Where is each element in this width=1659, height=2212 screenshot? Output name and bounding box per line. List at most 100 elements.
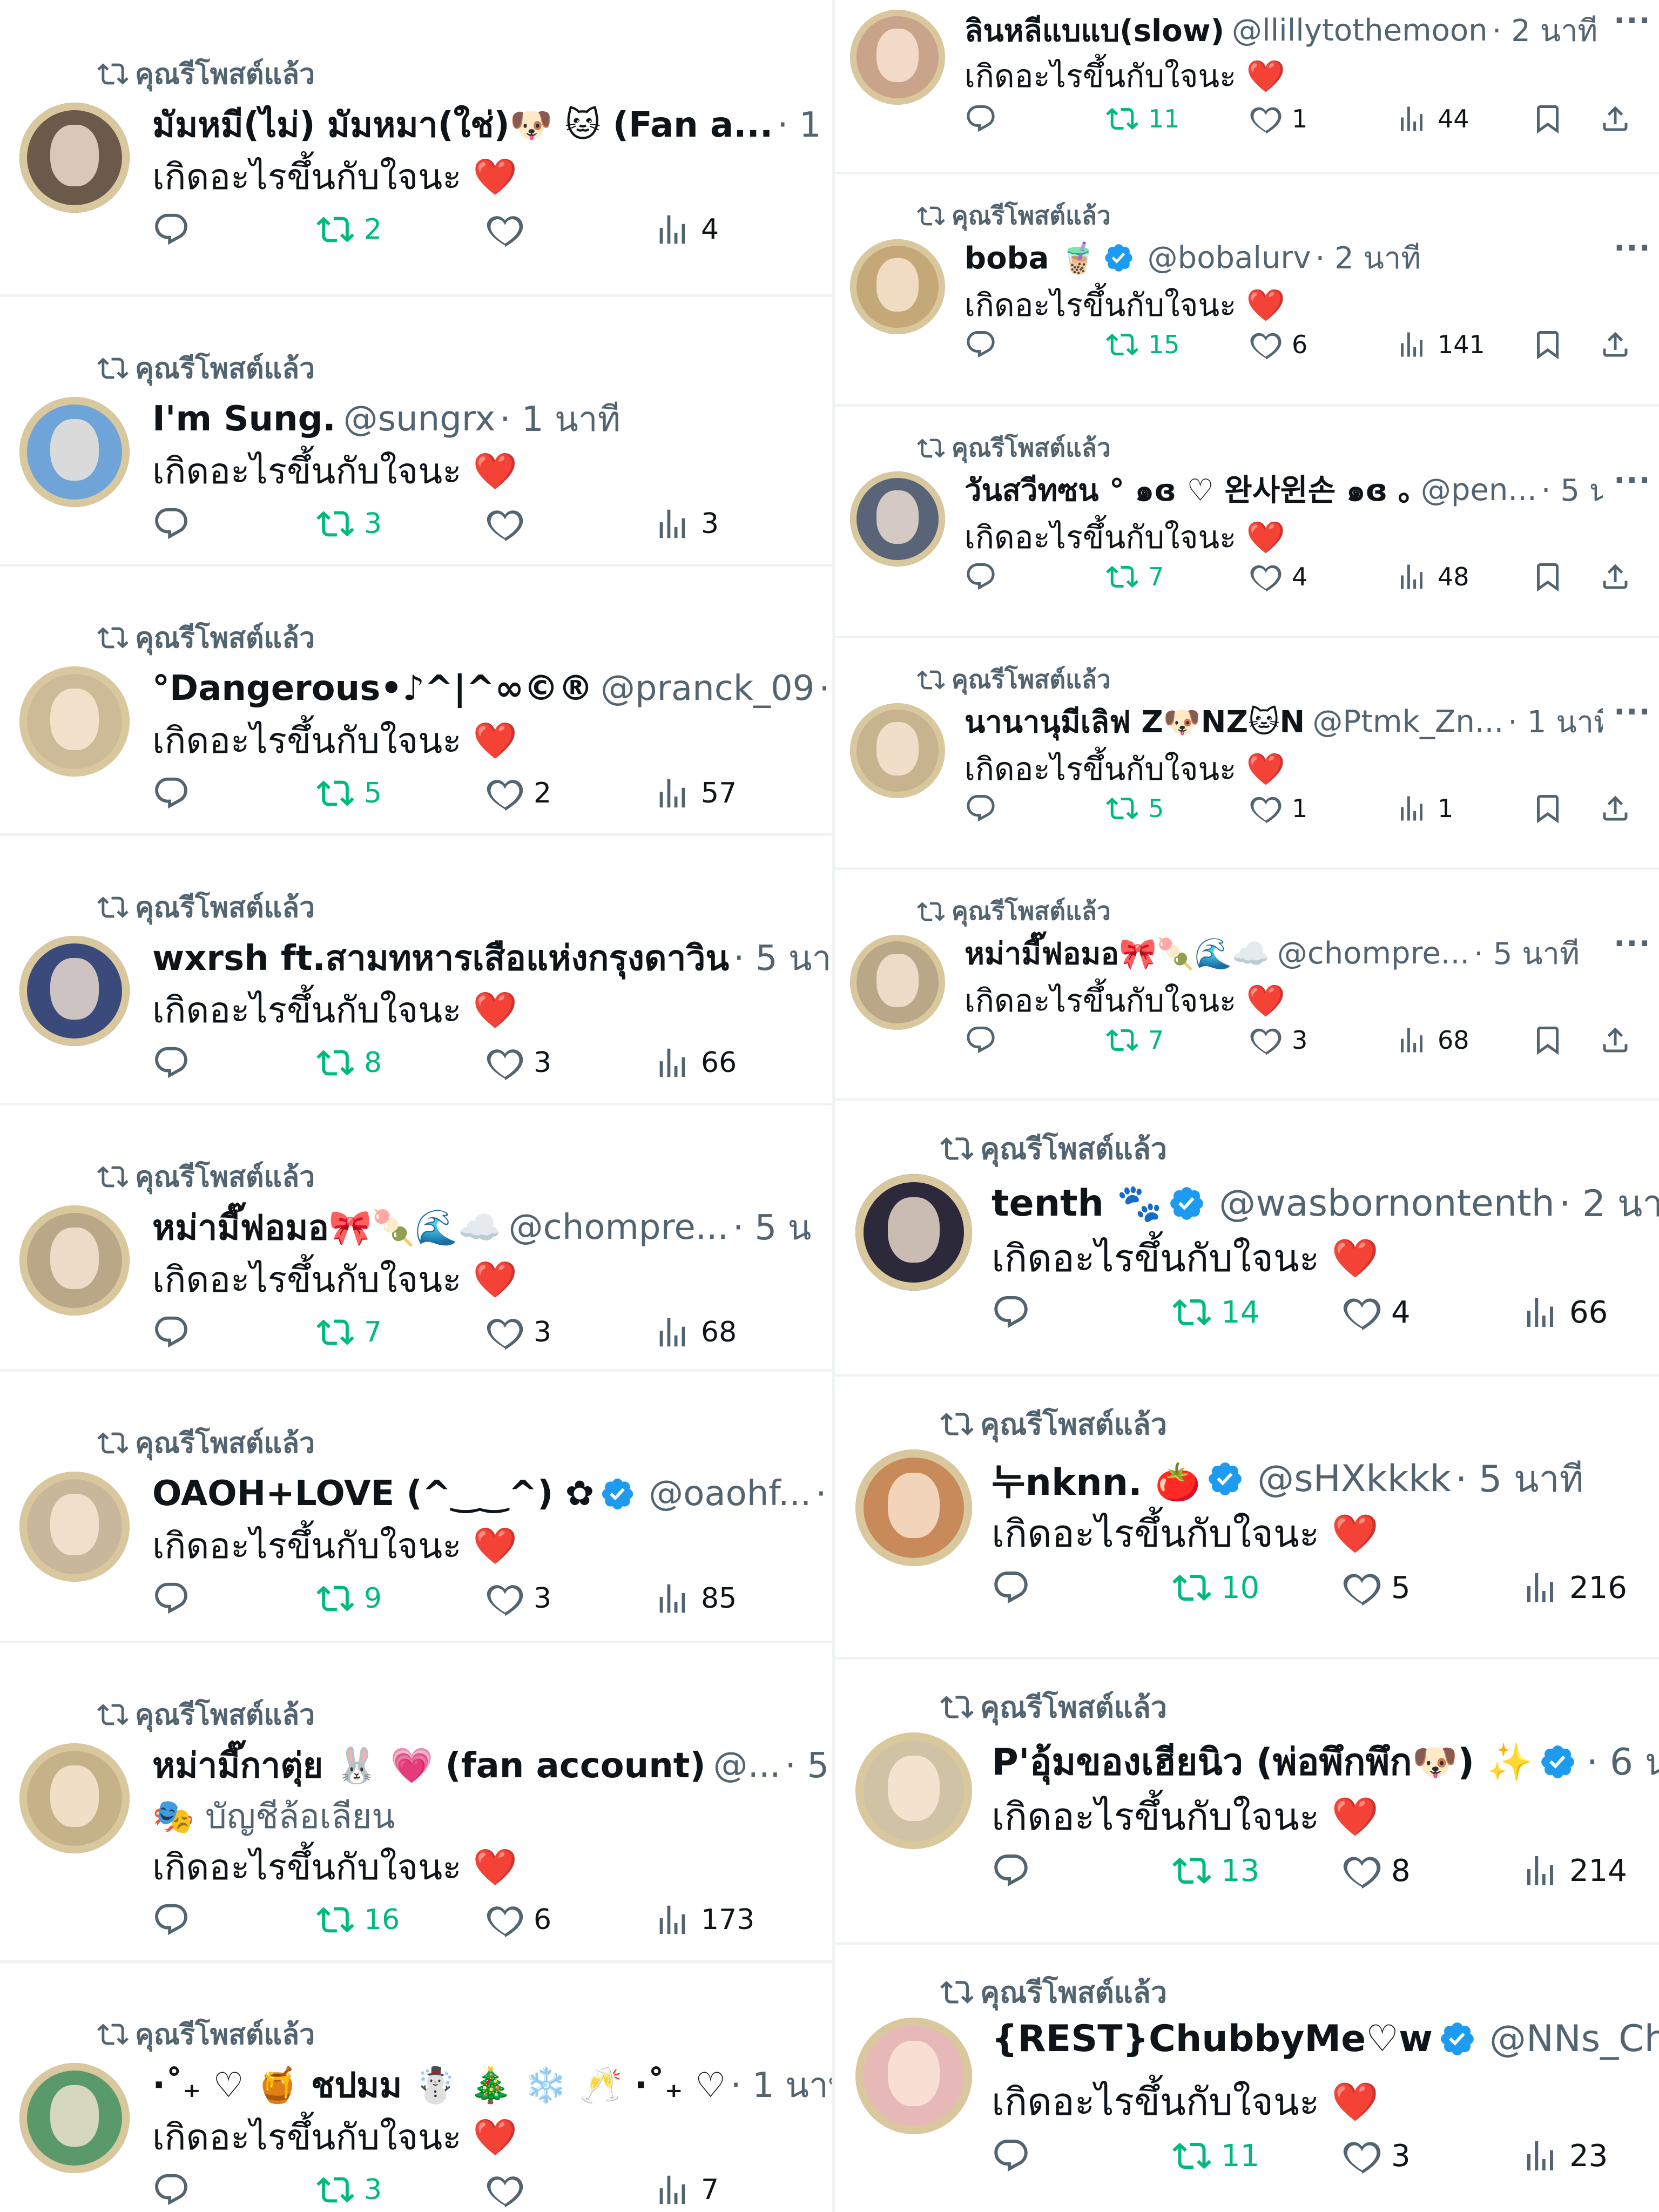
avatar[interactable] [855, 1449, 972, 1566]
avatar[interactable] [855, 1174, 972, 1291]
avatar[interactable] [855, 2018, 972, 2134]
like-button[interactable]: 3 [486, 1580, 551, 1617]
views-button[interactable]: 141 [1395, 328, 1485, 361]
like-button[interactable]: 6 [1250, 328, 1307, 361]
reply-button[interactable] [965, 561, 997, 593]
share-button[interactable] [1599, 561, 1631, 593]
more-options-icon[interactable]: ··· [1614, 231, 1651, 266]
like-button[interactable]: 3 [486, 1313, 551, 1351]
views-button[interactable]: 66 [653, 1044, 737, 1082]
bookmark-button[interactable] [1532, 792, 1564, 825]
reply-button[interactable] [992, 1293, 1030, 1332]
like-button[interactable]: 5 [1343, 1568, 1411, 1607]
like-button[interactable]: 6 [486, 1901, 551, 1939]
retweet-button[interactable]: 5 [1106, 792, 1164, 825]
more-options-icon[interactable]: ··· [1614, 3, 1651, 38]
like-button[interactable] [486, 505, 534, 543]
views-button[interactable]: 48 [1395, 561, 1469, 593]
reply-button[interactable] [152, 1901, 190, 1939]
like-button[interactable]: 8 [1343, 1851, 1411, 1890]
avatar[interactable] [19, 1472, 130, 1582]
retweet-button[interactable]: 16 [316, 1901, 400, 1939]
retweet-button[interactable]: 3 [316, 2171, 382, 2209]
retweet-button[interactable]: 5 [316, 774, 382, 812]
more-options-icon[interactable]: ··· [1614, 463, 1651, 498]
share-button[interactable] [1599, 792, 1631, 825]
avatar[interactable] [850, 10, 945, 105]
like-button[interactable]: 3 [1343, 2136, 1411, 2175]
reply-button[interactable] [152, 1580, 190, 1617]
reply-button[interactable] [992, 2136, 1030, 2175]
views-button[interactable]: 3 [653, 505, 719, 543]
retweet-button[interactable]: 7 [1106, 1024, 1164, 1056]
views-button[interactable]: 23 [1521, 2136, 1608, 2175]
share-button[interactable] [1599, 1024, 1631, 1056]
retweet-button[interactable]: 7 [1106, 561, 1164, 593]
avatar[interactable] [850, 239, 945, 334]
share-button[interactable] [1599, 328, 1631, 361]
like-button[interactable]: 1 [1250, 792, 1307, 825]
retweet-button[interactable]: 14 [1172, 1293, 1259, 1332]
views-button[interactable]: 85 [653, 1580, 737, 1617]
avatar[interactable] [19, 2063, 130, 2173]
avatar[interactable] [855, 1732, 972, 1849]
reply-button[interactable] [992, 1851, 1030, 1890]
retweet-button[interactable]: 13 [1172, 1851, 1259, 1890]
reply-button[interactable] [965, 1024, 997, 1056]
reply-button[interactable] [152, 505, 190, 543]
avatar[interactable] [19, 1205, 130, 1316]
like-button[interactable]: 3 [1250, 1024, 1307, 1056]
retweet-button[interactable]: 15 [1106, 328, 1180, 361]
views-button[interactable]: 4 [653, 211, 719, 248]
views-button[interactable]: 216 [1521, 1568, 1627, 1607]
bookmark-button[interactable] [1532, 103, 1564, 135]
avatar[interactable] [19, 1743, 130, 1853]
like-button[interactable] [486, 211, 534, 248]
avatar[interactable] [850, 703, 945, 798]
reply-button[interactable] [965, 103, 997, 135]
views-button[interactable]: 173 [653, 1901, 754, 1939]
avatar[interactable] [19, 936, 130, 1046]
views-button[interactable]: 214 [1521, 1851, 1627, 1890]
avatar[interactable] [850, 471, 945, 567]
like-button[interactable]: 2 [486, 774, 551, 812]
share-button[interactable] [1599, 103, 1631, 135]
bookmark-button[interactable] [1532, 561, 1564, 593]
views-button[interactable]: 44 [1395, 103, 1469, 135]
bookmark-button[interactable] [1532, 328, 1564, 361]
reply-button[interactable] [152, 2171, 190, 2209]
avatar[interactable] [19, 666, 130, 777]
bookmark-button[interactable] [1532, 1024, 1564, 1056]
avatar[interactable] [19, 103, 130, 213]
reply-button[interactable] [965, 792, 997, 825]
retweet-button[interactable]: 8 [316, 1044, 382, 1082]
like-button[interactable] [486, 2171, 534, 2209]
avatar[interactable] [850, 935, 945, 1030]
more-options-icon[interactable]: ··· [1614, 694, 1651, 730]
views-button[interactable]: 68 [653, 1313, 737, 1351]
like-button[interactable]: 1 [1250, 103, 1307, 135]
views-button[interactable]: 68 [1395, 1024, 1469, 1056]
like-button[interactable]: 3 [486, 1044, 551, 1082]
views-button[interactable]: 7 [653, 2171, 719, 2209]
retweet-button[interactable]: 2 [316, 211, 382, 248]
like-button[interactable]: 4 [1250, 561, 1307, 593]
reply-button[interactable] [992, 1568, 1030, 1607]
reply-button[interactable] [152, 1313, 190, 1351]
like-button[interactable]: 4 [1343, 1293, 1411, 1332]
more-options-icon[interactable]: ··· [1614, 926, 1651, 961]
retweet-button[interactable]: 9 [316, 1580, 382, 1617]
reply-button[interactable] [152, 774, 190, 812]
reply-button[interactable] [965, 328, 997, 361]
reply-button[interactable] [152, 211, 190, 248]
retweet-button[interactable]: 7 [316, 1313, 382, 1351]
avatar[interactable] [19, 397, 130, 507]
reply-button[interactable] [152, 1044, 190, 1082]
retweet-button[interactable]: 11 [1172, 2136, 1259, 2175]
views-button[interactable]: 1 [1395, 792, 1453, 825]
retweet-button[interactable]: 10 [1172, 1568, 1259, 1607]
views-button[interactable]: 66 [1521, 1293, 1608, 1332]
retweet-button[interactable]: 11 [1106, 103, 1180, 135]
views-button[interactable]: 57 [653, 774, 737, 812]
retweet-button[interactable]: 3 [316, 505, 382, 543]
